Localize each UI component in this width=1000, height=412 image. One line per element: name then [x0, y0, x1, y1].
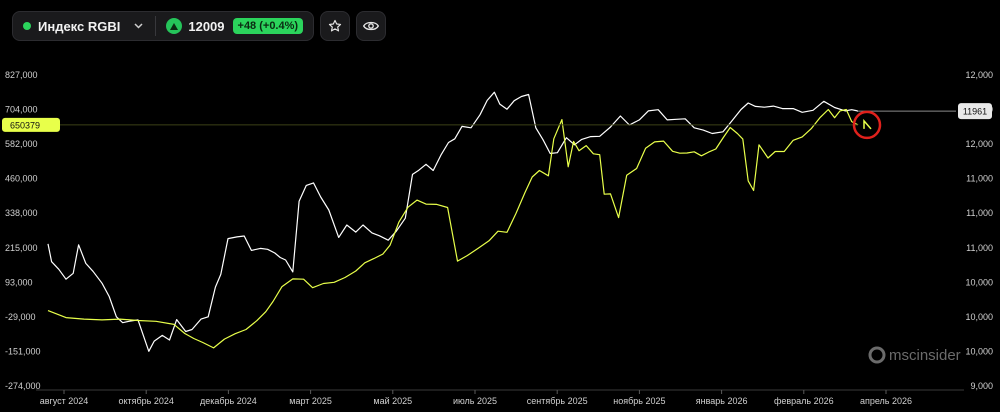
- y-right-tick-label: 10,000: [965, 277, 993, 287]
- y-right-tick-label: 12,000: [965, 139, 993, 149]
- y-left-tick-label: 582,000: [5, 139, 38, 149]
- y-left-tick-label: -29,000: [5, 312, 36, 322]
- y-right-tick-label: 12,000: [965, 70, 993, 80]
- x-tick-label: февраль 2026: [774, 396, 834, 406]
- x-tick-label: март 2025: [289, 396, 332, 406]
- y-left-tick-label: 215,000: [5, 243, 38, 253]
- y-right-tick-label: 10,000: [965, 312, 993, 322]
- y-right-tick-label: 11,000: [966, 243, 993, 253]
- last-value-label-right: 11961: [963, 107, 987, 117]
- y-left-tick-label: -151,000: [5, 346, 41, 356]
- y-left-tick-label: 93,000: [5, 277, 33, 287]
- y-right-tick-label: 11,000: [966, 208, 993, 218]
- series-line-1: [47, 108, 859, 349]
- y-left-tick-label: 827,000: [5, 70, 38, 80]
- y-right-tick-label: 11,000: [966, 174, 993, 184]
- y-left-tick-label: 338,000: [5, 208, 38, 218]
- watermark-text: mscinsider: [889, 347, 961, 364]
- series-line-0: [47, 91, 859, 352]
- line-chart: 827,000 704,000 582,000 460,000 338,000 215,0…: [2, 70, 993, 406]
- y-left-tick-label: 460,000: [5, 174, 38, 184]
- watermark-logo-icon: [868, 346, 886, 364]
- x-tick-label: январь 2026: [696, 396, 748, 406]
- x-tick-label: ноябрь 2025: [613, 396, 665, 406]
- cursor-icon: [863, 118, 872, 130]
- x-tick-label: сентябрь 2025: [527, 396, 588, 406]
- y-right-tick-label: 9,000: [970, 381, 993, 391]
- x-tick-label: май 2025: [373, 396, 412, 406]
- y-right-tick-label: 10,000: [965, 346, 993, 356]
- last-value-label-left: 650379: [10, 120, 40, 130]
- x-tick-label: август 2024: [40, 396, 89, 406]
- x-tick-label: июль 2025: [453, 396, 497, 406]
- y-left-tick-label: -274,000: [5, 381, 41, 391]
- x-tick-label: декабрь 2024: [200, 396, 257, 406]
- watermark: mscinsider: [868, 346, 961, 364]
- y-left-tick-label: 704,000: [5, 105, 38, 115]
- x-tick-label: апрель 2026: [860, 396, 912, 406]
- x-tick-label: октябрь 2024: [118, 396, 173, 406]
